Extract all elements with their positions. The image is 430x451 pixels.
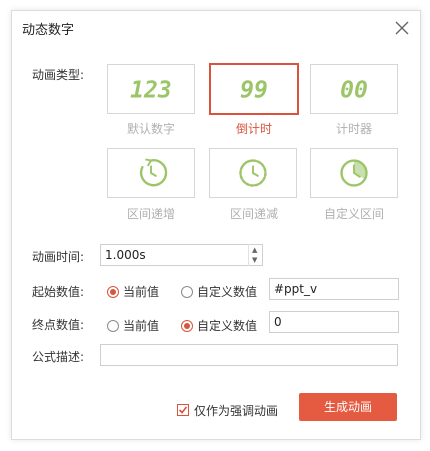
clock-increase-icon <box>139 158 168 187</box>
type-card-default-number[interactable]: 123 <box>107 64 195 114</box>
type-card-countdown[interactable]: 99 <box>209 63 299 115</box>
start-custom-label[interactable]: 自定义数值 <box>197 283 257 300</box>
type-card-timer[interactable]: 00 <box>310 64 398 114</box>
type-label-range-decrease: 区间递减 <box>229 207 278 221</box>
duration-label: 动画时间: <box>32 250 85 264</box>
dialog-title: 动态数字 <box>22 23 75 38</box>
type-label-timer: 计时器 <box>335 122 372 136</box>
emphasis-only-checkbox[interactable] <box>177 404 189 416</box>
start-current-radio[interactable] <box>107 286 119 298</box>
animation-type-label: 动画类型: <box>32 68 85 82</box>
end-current-label[interactable]: 当前值 <box>123 317 159 334</box>
clock-custom-icon <box>340 159 368 187</box>
type-card-range-increase[interactable] <box>107 148 195 198</box>
end-custom-label[interactable]: 自定义数值 <box>197 317 257 334</box>
spin-up-icon[interactable]: ▲ <box>252 246 257 254</box>
end-value-label: 终点数值: <box>32 318 85 332</box>
dialog-titlebar: 动态数字 <box>12 11 420 47</box>
end-current-radio[interactable] <box>107 320 119 332</box>
type-card-range-decrease[interactable] <box>209 148 297 198</box>
start-value-input[interactable] <box>269 278 399 300</box>
clock-decrease-icon <box>239 159 267 187</box>
type-card-custom-range[interactable] <box>310 148 398 198</box>
duration-spinner: ▲ ▼ <box>248 244 262 266</box>
check-icon <box>178 406 188 414</box>
type-label-default-number: 默认数字 <box>126 122 175 136</box>
animated-number-dialog: 动态数字 动画类型: 123 默认数字 99 倒计时 00 计时器 区间递增 区… <box>11 10 421 440</box>
generate-animation-button[interactable]: 生成动画 <box>299 393 397 421</box>
type-label-countdown: 倒计时 <box>235 122 272 136</box>
digit-display: 99 <box>240 78 268 104</box>
formula-label: 公式描述: <box>32 350 85 364</box>
start-custom-radio[interactable] <box>181 286 193 298</box>
type-label-custom-range: 自定义区间 <box>323 207 384 221</box>
spin-down-icon[interactable]: ▼ <box>252 256 257 264</box>
end-value-input[interactable] <box>269 311 399 333</box>
type-label-range-increase: 区间递增 <box>126 207 175 221</box>
close-icon[interactable] <box>392 18 412 38</box>
start-value-label: 起始数值: <box>32 285 85 299</box>
emphasis-only-label[interactable]: 仅作为强调动画 <box>194 402 278 419</box>
start-current-label[interactable]: 当前值 <box>123 283 159 300</box>
digit-display: 123 <box>130 78 172 104</box>
duration-input[interactable] <box>100 244 263 266</box>
formula-input[interactable] <box>100 344 398 366</box>
digit-display: 00 <box>340 78 368 104</box>
end-custom-radio[interactable] <box>181 320 193 332</box>
